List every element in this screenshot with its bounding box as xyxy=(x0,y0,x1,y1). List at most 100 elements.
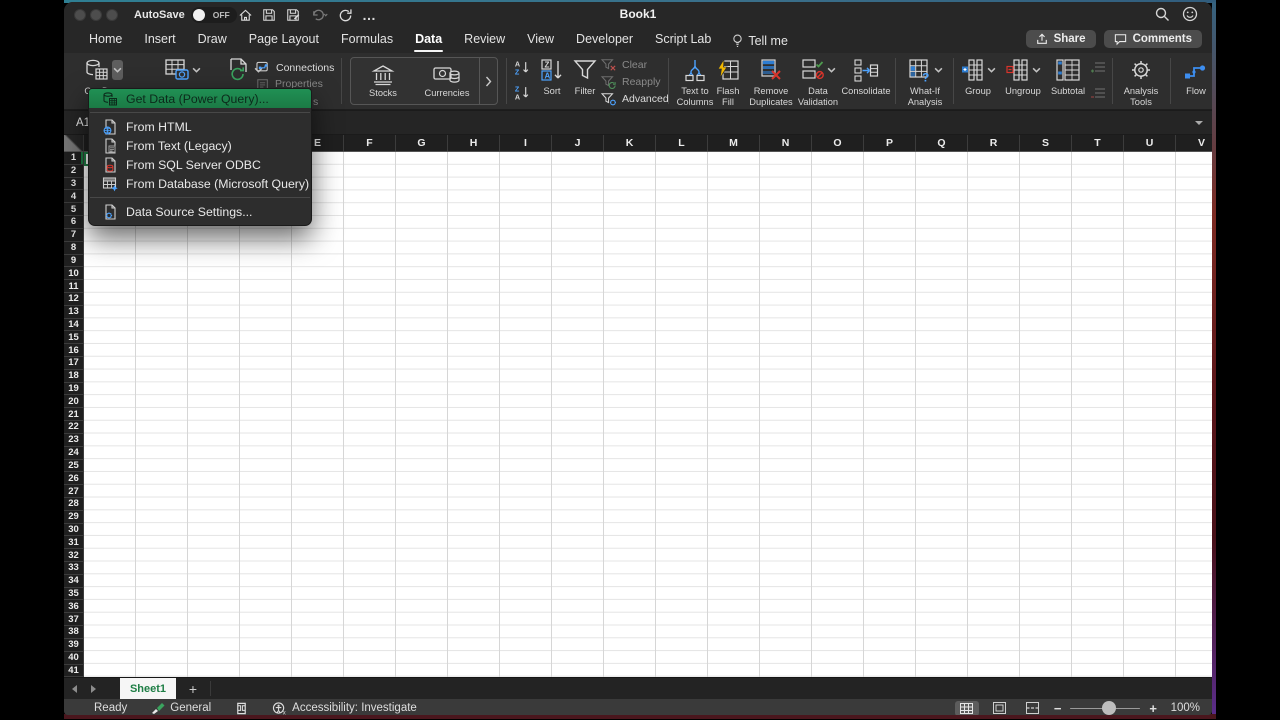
row-header-7[interactable]: 7 xyxy=(64,229,83,242)
tab-developer[interactable]: Developer xyxy=(565,28,644,53)
zoom-slider-thumb[interactable] xyxy=(1102,701,1116,715)
row-header-38[interactable]: 38 xyxy=(64,626,83,639)
menu-item-from-html[interactable]: From HTML xyxy=(89,117,311,136)
row-header-13[interactable]: 13 xyxy=(64,306,83,319)
ungroup-button[interactable]: Ungroup xyxy=(1000,56,1046,97)
row-header-31[interactable]: 31 xyxy=(64,536,83,549)
column-header-F[interactable]: F xyxy=(344,135,396,151)
row-header-12[interactable]: 12 xyxy=(64,293,83,306)
row-header-27[interactable]: 27 xyxy=(64,485,83,498)
feedback-smiley-icon[interactable] xyxy=(1182,6,1198,22)
row-header-16[interactable]: 16 xyxy=(64,344,83,357)
column-header-I[interactable]: I xyxy=(500,135,552,151)
ungroup-dropdown-arrow[interactable] xyxy=(1032,67,1041,73)
row-header-30[interactable]: 30 xyxy=(64,524,83,537)
row-header-9[interactable]: 9 xyxy=(64,255,83,268)
row-header-40[interactable]: 40 xyxy=(64,652,83,665)
data-types-more-button[interactable] xyxy=(479,58,497,104)
row-header-24[interactable]: 24 xyxy=(64,447,83,460)
macro-record-button[interactable] xyxy=(235,702,248,715)
analysis-tools-button[interactable]: Analysis Tools xyxy=(1117,56,1165,107)
normal-view-button[interactable] xyxy=(955,701,979,716)
row-header-32[interactable]: 32 xyxy=(64,549,83,562)
row-header-14[interactable]: 14 xyxy=(64,319,83,332)
row-header-1[interactable]: 1 xyxy=(64,152,83,165)
column-header-L[interactable]: L xyxy=(656,135,708,151)
row-header-2[interactable]: 2 xyxy=(64,165,83,178)
column-header-J[interactable]: J xyxy=(552,135,604,151)
row-header-21[interactable]: 21 xyxy=(64,408,83,421)
row-header-28[interactable]: 28 xyxy=(64,498,83,511)
row-header-4[interactable]: 4 xyxy=(64,190,83,203)
page-break-preview-button[interactable] xyxy=(1021,701,1045,716)
next-sheet-button[interactable] xyxy=(84,678,104,699)
tab-page-layout[interactable]: Page Layout xyxy=(238,28,330,53)
menu-item-get-data-power-query[interactable]: Get Data (Power Query)... xyxy=(89,89,311,108)
group-button[interactable]: Group xyxy=(957,56,999,97)
row-header-26[interactable]: 26 xyxy=(64,472,83,485)
tab-view[interactable]: View xyxy=(516,28,565,53)
what-if-dropdown-arrow[interactable] xyxy=(934,67,943,73)
tab-script-lab[interactable]: Script Lab xyxy=(644,28,722,53)
from-picture-dropdown-arrow[interactable] xyxy=(192,67,201,73)
flash-fill-button[interactable]: Flash Fill xyxy=(710,56,746,107)
subtotal-button[interactable]: Subtotal xyxy=(1048,56,1088,97)
column-header-O[interactable]: O xyxy=(812,135,864,151)
row-header-25[interactable]: 25 xyxy=(64,460,83,473)
tab-tell-me[interactable]: Tell me xyxy=(722,34,798,48)
page-layout-view-button[interactable] xyxy=(988,701,1012,716)
column-header-U[interactable]: U xyxy=(1124,135,1176,151)
tab-home[interactable]: Home xyxy=(78,28,133,53)
column-header-R[interactable]: R xyxy=(968,135,1020,151)
menu-item-from-database-microsoft-query[interactable]: From Database (Microsoft Query) xyxy=(89,174,311,193)
row-header-18[interactable]: 18 xyxy=(64,370,83,383)
tab-formulas[interactable]: Formulas xyxy=(330,28,404,53)
tab-insert[interactable]: Insert xyxy=(133,28,186,53)
sort-descending-button[interactable]: Z A xyxy=(514,84,532,101)
row-header-17[interactable]: 17 xyxy=(64,357,83,370)
row-header-36[interactable]: 36 xyxy=(64,600,83,613)
column-header-V[interactable]: V xyxy=(1176,135,1212,151)
consolidate-button[interactable]: Consolidate xyxy=(840,56,892,97)
formula-bar-expand-icon[interactable] xyxy=(1194,120,1204,126)
row-header-5[interactable]: 5 xyxy=(64,203,83,216)
column-header-T[interactable]: T xyxy=(1072,135,1124,151)
get-data-dropdown-arrow[interactable] xyxy=(112,60,123,80)
row-header-33[interactable]: 33 xyxy=(64,562,83,575)
menu-item-from-text-legacy[interactable]: From Text (Legacy) xyxy=(89,136,311,155)
tab-draw[interactable]: Draw xyxy=(187,28,238,53)
row-header-37[interactable]: 37 xyxy=(64,613,83,626)
row-header-8[interactable]: 8 xyxy=(64,242,83,255)
column-header-H[interactable]: H xyxy=(448,135,500,151)
remove-duplicates-button[interactable]: Remove Duplicates xyxy=(746,56,796,107)
row-header-22[interactable]: 22 xyxy=(64,421,83,434)
row-header-11[interactable]: 11 xyxy=(64,280,83,293)
comments-button[interactable]: Comments xyxy=(1104,30,1202,48)
column-header-P[interactable]: P xyxy=(864,135,916,151)
zoom-out-button[interactable]: − xyxy=(1054,701,1062,716)
filter-button[interactable]: Filter xyxy=(569,56,601,97)
row-header-6[interactable]: 6 xyxy=(64,216,83,229)
row-header-20[interactable]: 20 xyxy=(64,395,83,408)
zoom-level[interactable]: 100% xyxy=(1166,702,1200,714)
previous-sheet-button[interactable] xyxy=(64,678,84,699)
share-button[interactable]: Share xyxy=(1026,30,1096,48)
currencies-data-type[interactable]: Currencies xyxy=(415,58,479,104)
accessibility-status[interactable]: x Accessibility: Investigate xyxy=(272,702,417,715)
data-validation-button[interactable]: Data Validation xyxy=(796,56,840,107)
search-icon[interactable] xyxy=(1154,6,1170,22)
column-header-K[interactable]: K xyxy=(604,135,656,151)
spreadsheet-grid[interactable] xyxy=(84,152,1212,677)
connections-button[interactable]: Connections xyxy=(256,60,334,76)
data-validation-dropdown-arrow[interactable] xyxy=(827,67,836,73)
from-picture-button[interactable] xyxy=(154,56,210,84)
row-header-3[interactable]: 3 xyxy=(64,178,83,191)
flow-button[interactable]: Flow xyxy=(1176,56,1212,97)
sort-ascending-button[interactable]: A Z xyxy=(514,59,532,76)
tab-review[interactable]: Review xyxy=(453,28,516,53)
sort-button[interactable]: Z A Sort xyxy=(537,56,567,97)
select-all-corner[interactable] xyxy=(64,135,84,152)
column-header-S[interactable]: S xyxy=(1020,135,1072,151)
column-header-N[interactable]: N xyxy=(760,135,812,151)
add-sheet-button[interactable]: + xyxy=(176,678,210,699)
